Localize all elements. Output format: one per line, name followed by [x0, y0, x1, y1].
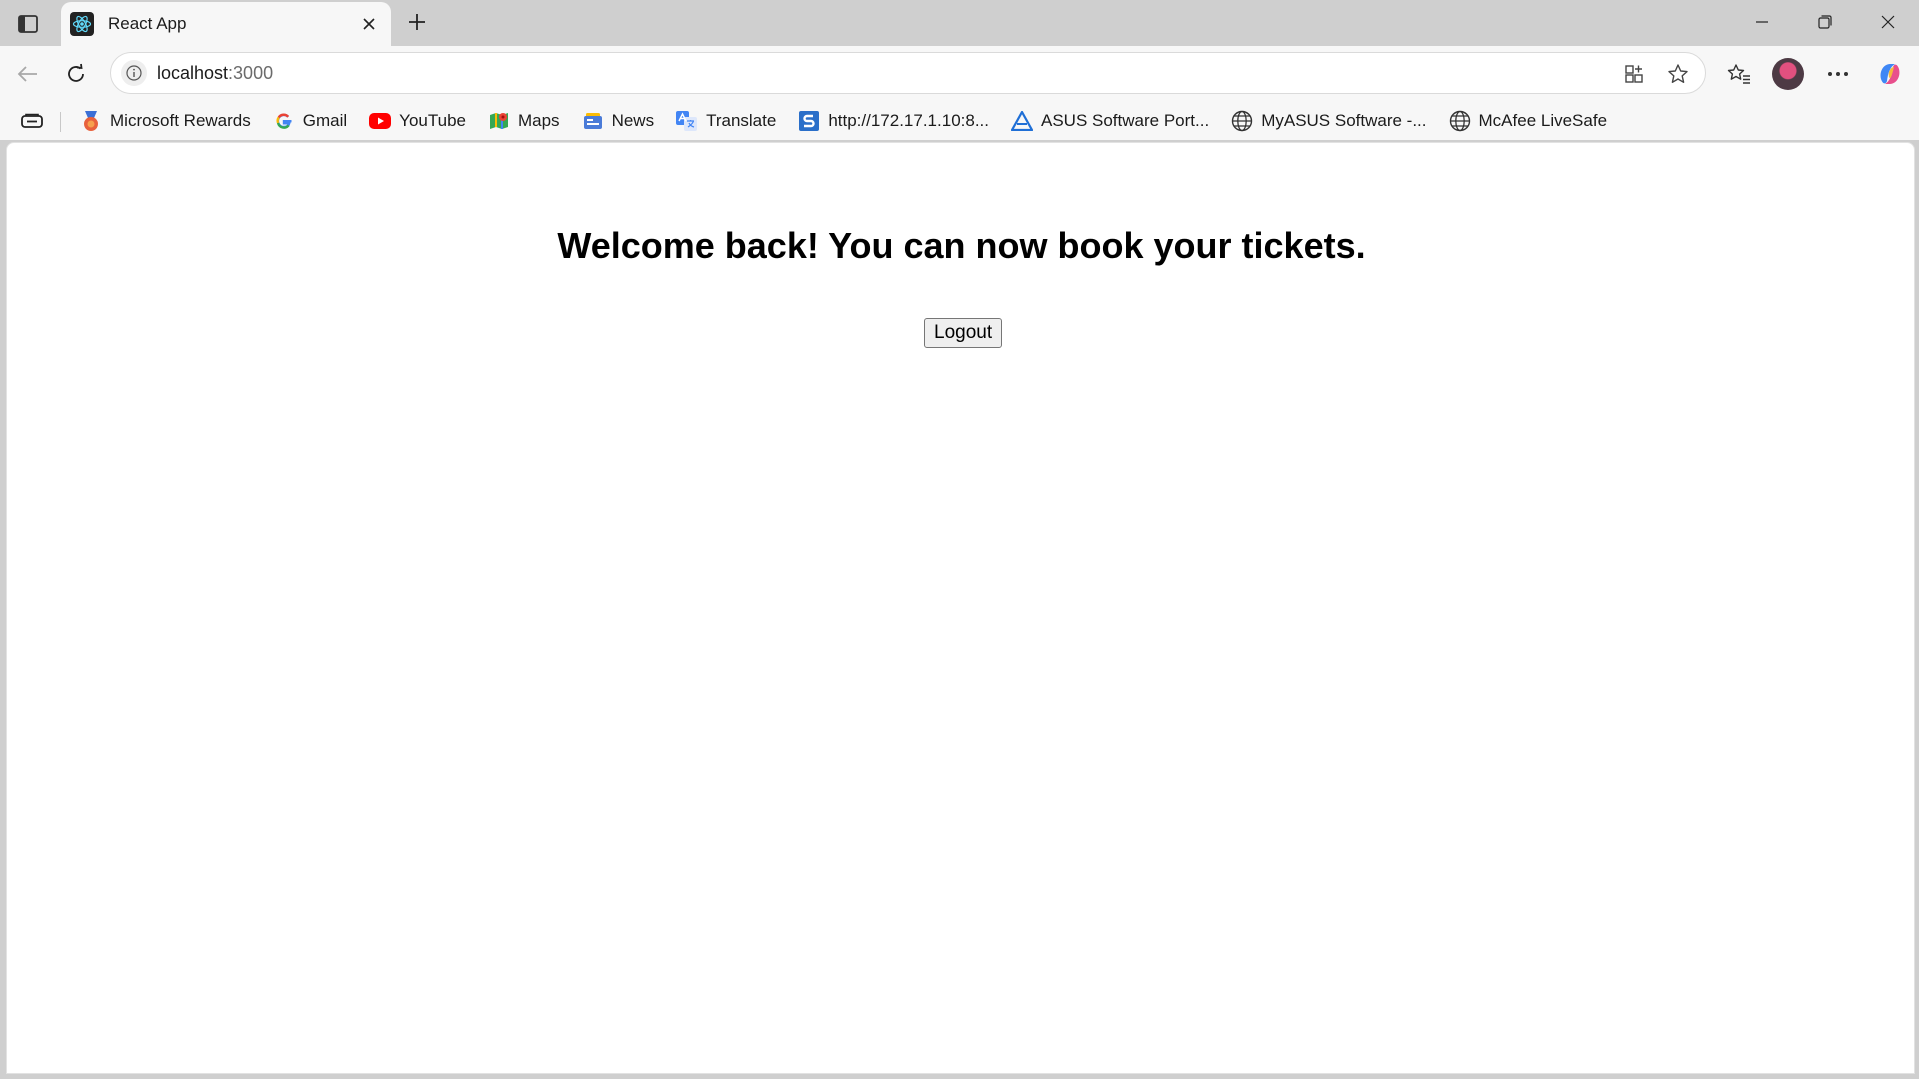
tab-actions-icon[interactable] — [12, 10, 44, 38]
window-controls — [1730, 0, 1919, 44]
bookmarks-bar: Microsoft Rewards Gmail YouTube Maps New… — [0, 102, 1919, 140]
bookmark-label: ASUS Software Port... — [1041, 111, 1210, 130]
bookmark-microsoft-rewards[interactable]: Microsoft Rewards — [76, 105, 255, 137]
site-info-icon[interactable] — [121, 60, 147, 86]
s-icon — [798, 110, 820, 132]
favorites-icon[interactable] — [1721, 56, 1757, 92]
translate-icon — [676, 110, 698, 132]
bookmark-myasus-software[interactable]: MyASUS Software -... — [1227, 105, 1430, 137]
close-window-icon[interactable] — [1856, 0, 1919, 44]
collections-icon[interactable] — [20, 110, 44, 132]
bookmark-label: News — [611, 111, 655, 130]
favorite-star-icon[interactable] — [1663, 59, 1693, 89]
welcome-heading: Welcome back! You can now book your tick… — [557, 225, 1366, 266]
url-host: localhost — [157, 63, 229, 83]
bookmark-label: http://172.17.1.10:8... — [828, 111, 989, 130]
bookmark-label: MyASUS Software -... — [1261, 111, 1427, 130]
bookmark-label: YouTube — [399, 111, 466, 130]
bookmark-label: Gmail — [302, 111, 348, 130]
bookmark-youtube[interactable]: YouTube — [365, 105, 470, 137]
close-tab-icon[interactable] — [357, 12, 381, 36]
address-bar[interactable]: localhost:3000 — [110, 52, 1706, 94]
bookmark-ip-address[interactable]: http://172.17.1.10:8... — [794, 105, 993, 137]
browser-tab[interactable]: React App — [61, 2, 391, 46]
url-text[interactable]: localhost:3000 — [157, 63, 273, 84]
bookmark-maps[interactable]: Maps — [484, 105, 564, 137]
bookmark-news[interactable]: News — [578, 105, 659, 137]
bookmark-translate[interactable]: Translate — [672, 105, 780, 137]
bookmark-label: Maps — [517, 111, 560, 130]
more-options-icon[interactable] — [1820, 56, 1856, 92]
copilot-icon[interactable] — [1872, 56, 1908, 92]
globe-icon — [1449, 110, 1471, 132]
logout-button[interactable]: Logout — [924, 318, 1003, 348]
bookmark-label: Microsoft Rewards — [110, 111, 251, 130]
tab-strip: React App — [0, 0, 1919, 46]
minimize-icon[interactable] — [1730, 0, 1793, 44]
asus-icon — [1011, 110, 1033, 132]
back-arrow-icon[interactable] — [10, 56, 46, 92]
bookmark-label: Translate — [706, 111, 777, 130]
refresh-icon[interactable] — [58, 56, 94, 92]
restore-icon[interactable] — [1793, 0, 1856, 44]
bookmarks-divider — [60, 112, 61, 132]
maps-icon — [488, 110, 510, 132]
rewards-icon — [80, 110, 102, 132]
tab-title: React App — [108, 14, 187, 33]
bookmark-gmail[interactable]: Gmail — [269, 105, 351, 137]
news-icon — [582, 110, 604, 132]
google-icon — [273, 110, 295, 132]
window-bottom-edge — [0, 1074, 1919, 1079]
new-tab-icon[interactable] — [401, 6, 433, 38]
bookmark-label: McAfee LiveSafe — [1478, 111, 1608, 130]
app-available-icon[interactable] — [1619, 59, 1649, 89]
youtube-icon — [369, 110, 392, 132]
url-port: :3000 — [228, 63, 274, 83]
avatar — [1772, 58, 1804, 90]
bookmark-asus-software-portal[interactable]: ASUS Software Port... — [1007, 105, 1213, 137]
page-viewport: Welcome back! You can now book your tick… — [6, 142, 1915, 1074]
browser-toolbar: localhost:3000 — [0, 46, 1919, 102]
globe-icon — [1231, 110, 1253, 132]
react-icon — [70, 12, 94, 36]
bookmark-mcafee-livesafe[interactable]: McAfee LiveSafe — [1445, 105, 1612, 137]
profile-avatar[interactable] — [1770, 56, 1806, 92]
